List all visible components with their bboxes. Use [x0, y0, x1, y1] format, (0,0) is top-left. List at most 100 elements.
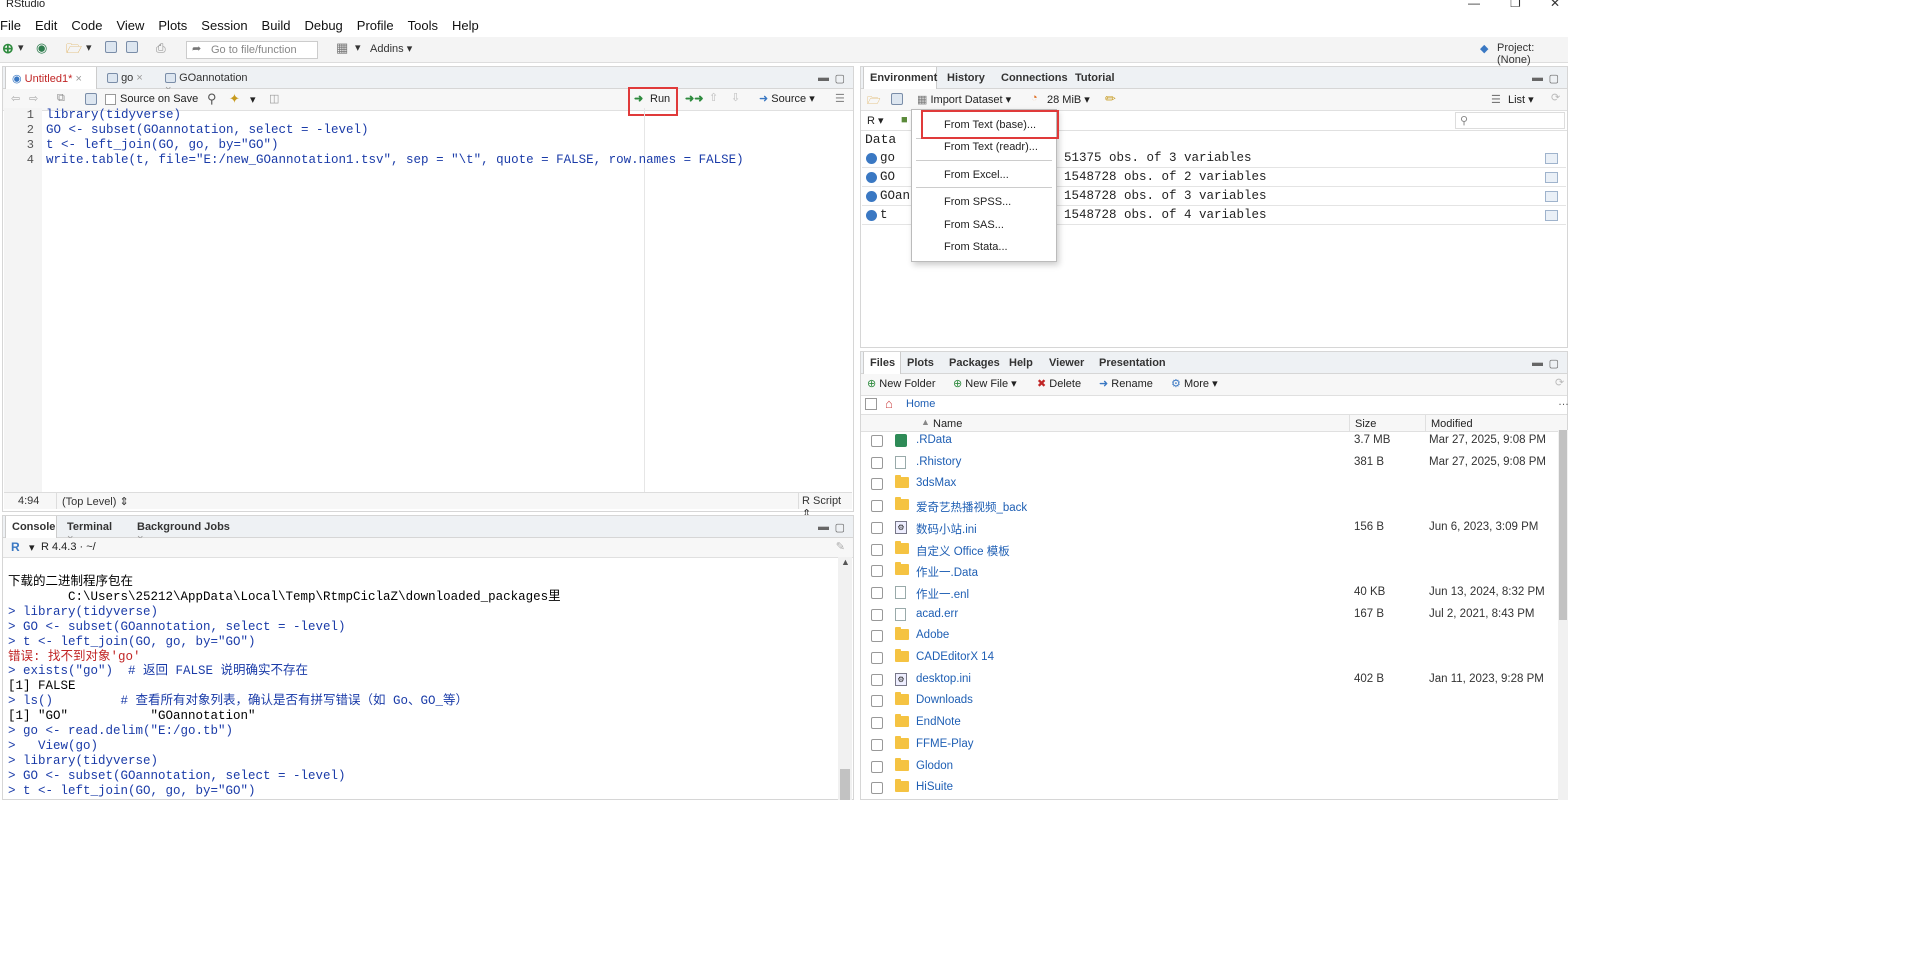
expand-icon[interactable]	[866, 210, 877, 221]
minimize-pane-icon[interactable]: ▬	[1532, 72, 1543, 84]
broom-icon[interactable]: ✏	[1105, 91, 1116, 107]
up-arrow-icon[interactable]: ⇧	[709, 91, 718, 104]
code-line-2[interactable]: GO <- subset(GOannotation, select = -lev…	[46, 123, 369, 137]
close-icon[interactable]: ×	[75, 73, 81, 85]
source-on-save-checkbox[interactable]	[105, 94, 116, 105]
file-name-link[interactable]: .RData	[916, 434, 952, 446]
maximize-pane-icon[interactable]: ▢	[1549, 72, 1559, 85]
save-icon[interactable]	[105, 41, 117, 54]
menu-tools[interactable]: Tools	[408, 18, 438, 33]
file-checkbox[interactable]	[871, 630, 883, 643]
tab-untitled1[interactable]: ◉ Untitled1* ×	[5, 67, 97, 89]
file-checkbox[interactable]	[871, 500, 883, 513]
forward-icon[interactable]: ⇨	[29, 92, 38, 105]
file-checkbox[interactable]	[871, 586, 883, 599]
clear-console-icon[interactable]: ✎	[836, 540, 845, 553]
more-button[interactable]: ⚙ More ▾	[1171, 377, 1218, 390]
load-workspace-icon[interactable]: 🗁	[867, 92, 881, 111]
list-view-menu[interactable]: List ▾	[1508, 93, 1534, 106]
grid-icon[interactable]: ▦	[336, 40, 348, 56]
file-name-link[interactable]: CADEditorX 14	[916, 651, 994, 663]
lines-icon[interactable]: ☰	[835, 92, 845, 105]
menu-edit[interactable]: Edit	[35, 18, 57, 33]
new-file-button[interactable]: ⊕ New File ▾	[953, 377, 1017, 390]
menu-debug[interactable]: Debug	[304, 18, 342, 33]
close-icon[interactable]: ×	[136, 72, 142, 84]
file-row[interactable]: EndNote	[862, 712, 1566, 734]
maximize-pane-icon[interactable]: ▢	[835, 521, 845, 534]
tab-packages[interactable]: Packages	[943, 352, 1000, 374]
tab-goannotation[interactable]: GOannotation ×	[159, 67, 263, 96]
console-scrollbar[interactable]: ▲	[838, 557, 852, 800]
tab-background-jobs[interactable]: Background Jobs ×	[131, 516, 237, 545]
tab-terminal[interactable]: Terminal ×	[61, 516, 127, 545]
file-row[interactable]: ⚙ 数码小站.ini 156 B Jun 6, 2023, 3:09 PM	[862, 517, 1566, 539]
menu-item-from-stata[interactable]: From Stata...	[944, 241, 1008, 253]
menu-code[interactable]: Code	[71, 18, 102, 33]
menu-help[interactable]: Help	[452, 18, 479, 33]
code-editor[interactable]: 1 2 3 4 library(tidyverse) GO <- subset(…	[4, 108, 852, 492]
code-line-1[interactable]: library(tidyverse)	[46, 108, 181, 122]
file-row[interactable]: acad.err 167 B Jul 2, 2021, 8:43 PM	[862, 604, 1566, 626]
open-file-icon[interactable]: 🗁	[66, 40, 82, 62]
file-name-link[interactable]: 3dsMax	[916, 477, 956, 489]
memory-usage[interactable]: 28 MiB ▾	[1047, 93, 1090, 106]
file-name-link[interactable]: 作业一.Data	[916, 564, 978, 580]
file-name-link[interactable]: EndNote	[916, 716, 961, 728]
print-icon[interactable]: ⎙	[156, 41, 166, 56]
file-checkbox[interactable]	[871, 456, 883, 469]
file-name-link[interactable]: FFME-Play	[916, 738, 974, 750]
menu-view[interactable]: View	[116, 18, 144, 33]
restore-icon[interactable]: ❐	[1510, 0, 1521, 10]
file-name-link[interactable]: Downloads	[916, 694, 973, 706]
tab-go[interactable]: go ×	[101, 67, 155, 89]
file-name-link[interactable]: 数码小站.ini	[916, 521, 977, 537]
more-path-icon[interactable]: …	[1558, 396, 1569, 408]
view-table-icon[interactable]	[1545, 210, 1558, 221]
file-row[interactable]: Glodon	[862, 756, 1566, 778]
tab-plots[interactable]: Plots	[901, 352, 941, 374]
menu-file[interactable]: File	[0, 18, 21, 33]
file-name-link[interactable]: Adobe	[916, 629, 949, 641]
environment-search-input[interactable]: ⚲	[1455, 112, 1565, 129]
close-icon[interactable]: ✕	[1550, 0, 1560, 10]
chevron-down-icon[interactable]: ▾	[18, 41, 24, 54]
file-row[interactable]: ⚙ desktop.ini 402 B Jan 11, 2023, 9:28 PM	[862, 669, 1566, 691]
view-table-icon[interactable]	[1545, 153, 1558, 164]
maximize-pane-icon[interactable]: ▢	[1549, 357, 1559, 370]
file-checkbox[interactable]	[871, 760, 883, 773]
menu-profile[interactable]: Profile	[357, 18, 394, 33]
source-button[interactable]: ➜ Source ▾	[759, 92, 815, 105]
maximize-pane-icon[interactable]: ▢	[835, 72, 845, 85]
file-row[interactable]: 作业一.enl 40 KB Jun 13, 2024, 8:32 PM	[862, 582, 1566, 604]
scroll-thumb[interactable]	[1559, 430, 1567, 620]
minimize-pane-icon[interactable]: ▬	[1532, 357, 1543, 369]
file-name-link[interactable]: 作业一.enl	[916, 586, 969, 602]
file-checkbox[interactable]	[871, 543, 883, 556]
tab-console[interactable]: Console	[5, 516, 57, 538]
file-row[interactable]: HiSuite	[862, 777, 1566, 799]
save-all-icon[interactable]	[126, 41, 138, 54]
file-name-link[interactable]: acad.err	[916, 608, 958, 620]
file-name-link[interactable]: desktop.ini	[916, 673, 971, 685]
chevron-down-icon[interactable]: ▾	[250, 93, 256, 106]
column-modified-header[interactable]: Modified	[1431, 418, 1473, 430]
refresh-icon[interactable]: ⟳	[1551, 91, 1560, 104]
code-line-3[interactable]: t <- left_join(GO, go, by="GO")	[46, 138, 279, 152]
column-name-header[interactable]: Name	[933, 418, 962, 430]
console-output[interactable]: 下载的二进制程序包在 C:\Users\25212\AppData\Local\…	[8, 575, 561, 799]
menu-item-from-spss[interactable]: From SPSS...	[944, 196, 1011, 208]
rerun-icon[interactable]: ➜➜	[685, 92, 703, 105]
files-scrollbar[interactable]	[1558, 430, 1568, 800]
scroll-up-icon[interactable]: ▲	[841, 557, 850, 567]
tab-history[interactable]: History	[941, 67, 991, 89]
chevron-down-icon[interactable]: ▾	[86, 41, 92, 54]
addins-menu[interactable]: Addins ▾	[370, 42, 412, 55]
minimize-pane-icon[interactable]: ▬	[818, 521, 829, 533]
project-menu[interactable]: Project: (None)	[1497, 42, 1568, 66]
goto-file-input[interactable]: Go to file/function	[186, 41, 318, 59]
show-in-window-icon[interactable]: ⧉	[57, 92, 65, 105]
file-name-link[interactable]: 爱奇艺热播视频_back	[916, 499, 1027, 515]
tab-presentation[interactable]: Presentation	[1093, 352, 1173, 374]
language-selector[interactable]: R ▾	[867, 114, 884, 127]
